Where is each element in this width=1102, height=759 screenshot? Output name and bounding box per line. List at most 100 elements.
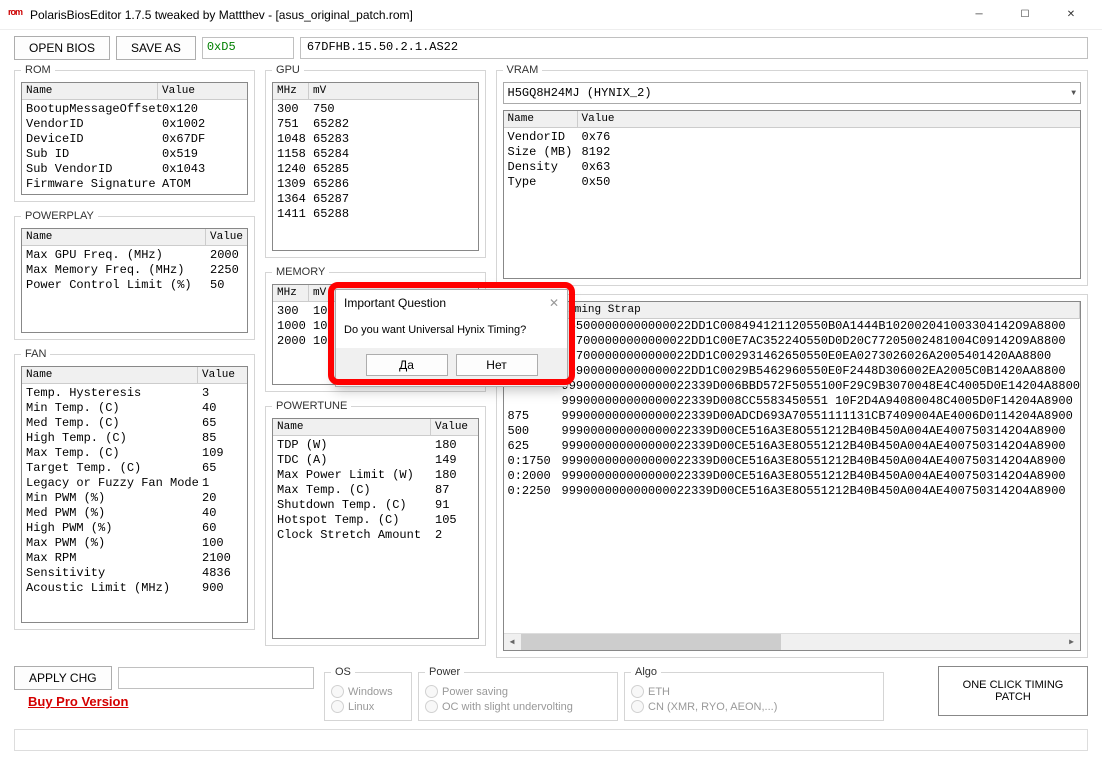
table-row[interactable]: Sub VendorID0x1043 <box>22 162 247 177</box>
table-row[interactable]: 999000000000000022DD1C0029B5462960550E0F… <box>504 364 1080 379</box>
table-row[interactable]: High PWM (%)60 <box>22 521 247 536</box>
dialog-yes-button[interactable]: Да <box>366 354 448 376</box>
fan-grid[interactable]: Name Value Temp. Hysteresis3Min Temp. (C… <box>21 366 248 623</box>
table-row[interactable]: 0:2250999000000000000022339D00CE516A3E8O… <box>504 484 1080 499</box>
table-row[interactable]: 130965286 <box>273 177 478 192</box>
table-row[interactable]: Max RPM2100 <box>22 551 247 566</box>
cell: 1048 <box>273 132 309 147</box>
table-row[interactable]: 777000000000000022DD1C00E7AC35224O550D0D… <box>504 334 1080 349</box>
table-row[interactable]: Sensitivity4836 <box>22 566 247 581</box>
one-click-timing-button[interactable]: ONE CLICK TIMING PATCH <box>938 666 1088 716</box>
powertune-grid[interactable]: Name Value TDP (W)180TDC (A)149Max Power… <box>272 418 479 639</box>
table-row[interactable]: Min Temp. (C)40 <box>22 401 247 416</box>
cell: 180 <box>431 438 461 453</box>
table-row[interactable]: 115865284 <box>273 147 478 162</box>
cell: 40 <box>198 401 220 416</box>
table-row[interactable]: Max Temp. (C)87 <box>273 483 478 498</box>
table-row[interactable]: Min PWM (%)20 <box>22 491 247 506</box>
table-row[interactable]: 300750 <box>273 102 478 117</box>
table-row[interactable]: Power Control Limit (%)50 <box>22 278 247 293</box>
table-row[interactable]: 0:2000999000000000000022339D00CE516A3E8O… <box>504 469 1080 484</box>
apply-chg-button[interactable]: APPLY CHG <box>14 666 112 690</box>
cell: 300 <box>273 304 309 319</box>
scroll-right-icon[interactable]: ▶ <box>1063 634 1080 651</box>
table-row[interactable]: Sub ID0x519 <box>22 147 247 162</box>
table-row[interactable]: Max PWM (%)100 <box>22 536 247 551</box>
table-row[interactable]: 104865283 <box>273 132 478 147</box>
table-row[interactable]: High Temp. (C)85 <box>22 431 247 446</box>
memory-col-mhz: MHz <box>273 285 309 301</box>
table-row[interactable]: Max Memory Freq. (MHz)2250 <box>22 263 247 278</box>
table-row[interactable]: Target Temp. (C)65 <box>22 461 247 476</box>
table-row[interactable]: 141165288 <box>273 207 478 222</box>
dialog-no-button[interactable]: Нет <box>456 354 538 376</box>
table-row[interactable]: 136465287 <box>273 192 478 207</box>
table-row[interactable]: DeviceID0x67DF <box>22 132 247 147</box>
table-row[interactable]: 500999000000000000022339D00CE516A3E8O551… <box>504 424 1080 439</box>
timing-scrollbar[interactable]: ◀ ▶ <box>504 633 1080 650</box>
table-row[interactable]: Max GPU Freq. (MHz)2000 <box>22 248 247 263</box>
table-row[interactable]: Max Temp. (C)109 <box>22 446 247 461</box>
scrollbar-thumb[interactable] <box>521 634 781 651</box>
powerplay-grid[interactable]: Name Value Max GPU Freq. (MHz)2000Max Me… <box>21 228 248 333</box>
table-row[interactable]: 875999000000000000022339D00ADCD693A70551… <box>504 409 1080 424</box>
power-saving-radio[interactable]: Power saving <box>425 684 611 699</box>
table-row[interactable]: Shutdown Temp. (C)91 <box>273 498 478 513</box>
minimize-icon[interactable]: ─ <box>956 0 1002 30</box>
table-row[interactable]: VendorID0x1002 <box>22 117 247 132</box>
table-row[interactable]: Med PWM (%)40 <box>22 506 247 521</box>
table-row[interactable]: Legacy or Fuzzy Fan Mode1 <box>22 476 247 491</box>
table-row[interactable]: Med Temp. (C)65 <box>22 416 247 431</box>
table-row[interactable]: Size (MB)8192 <box>504 145 1080 160</box>
close-icon[interactable]: ✕ <box>1048 0 1094 30</box>
save-as-button[interactable]: SAVE AS <box>116 36 196 60</box>
os-linux-radio[interactable]: Linux <box>331 699 405 714</box>
table-row[interactable]: Firmware SignatureATOM <box>22 177 247 192</box>
cell: Max Temp. (C) <box>273 483 431 498</box>
cell: 100 <box>198 536 228 551</box>
algo-eth-radio[interactable]: ETH <box>631 684 877 699</box>
gpu-grid[interactable]: MHz mV 300750751652821048652831158652841… <box>272 82 479 251</box>
maximize-icon[interactable]: ☐ <box>1002 0 1048 30</box>
table-row[interactable]: Type0x50 <box>504 175 1080 190</box>
table-row[interactable]: 999000000000000022339D008CC5583450551 10… <box>504 394 1080 409</box>
table-row[interactable]: Acoustic Limit (MHz)900 <box>22 581 247 596</box>
table-row[interactable]: 625999000000000000022339D00CE516A3E8O551… <box>504 439 1080 454</box>
table-row[interactable]: Clock Stretch Amount2 <box>273 528 478 543</box>
table-row[interactable]: Hotspot Temp. (C)105 <box>273 513 478 528</box>
cell: 4836 <box>198 566 235 581</box>
dialog-close-icon[interactable]: ✕ <box>549 296 559 310</box>
open-bios-button[interactable]: OPEN BIOS <box>14 36 110 60</box>
table-row[interactable]: Temp. Hysteresis3 <box>22 386 247 401</box>
cell: Min PWM (%) <box>22 491 198 506</box>
table-row[interactable]: TDC (A)149 <box>273 453 478 468</box>
timing-grid[interactable]: MHz Timing Strap 555000000000000022DD1C0… <box>503 301 1081 651</box>
os-windows-radio[interactable]: Windows <box>331 684 405 699</box>
table-row[interactable]: 0:1750999000000000000022339D00CE516A3E8O… <box>504 454 1080 469</box>
table-row[interactable]: 999000000000000022339D006BBD572F5055100F… <box>504 379 1080 394</box>
algo-cn-radio[interactable]: CN (XMR, RYO, AEON,...) <box>631 699 877 714</box>
cell: Hotspot Temp. (C) <box>273 513 431 528</box>
cell: 65 <box>198 461 220 476</box>
vram-chip-select[interactable]: H5GQ8H24MJ (HYNIX_2) ▼ <box>503 82 1081 104</box>
buy-pro-link[interactable]: Buy Pro Version <box>28 694 128 709</box>
apply-value-field[interactable] <box>118 667 314 689</box>
table-row[interactable]: 75165282 <box>273 117 478 132</box>
checksum-field[interactable]: 0xD5 <box>202 37 294 59</box>
table-row[interactable]: 777000000000000022DD1C002931462650550E0E… <box>504 349 1080 364</box>
table-row[interactable]: Max Power Limit (W)180 <box>273 468 478 483</box>
rom-grid[interactable]: Name Value BootupMessageOffset0x120Vendo… <box>21 82 248 195</box>
bios-id-field[interactable]: 67DFHB.15.50.2.1.AS22 <box>300 37 1088 59</box>
cell: Med PWM (%) <box>22 506 198 521</box>
vram-grid[interactable]: Name Value VendorID0x76Size (MB)8192Dens… <box>503 110 1081 279</box>
table-row[interactable]: 555000000000000022DD1C008494121120550B0A… <box>504 319 1080 334</box>
power-oc-radio[interactable]: OC with slight undervolting <box>425 699 611 714</box>
cell: 65284 <box>309 147 353 162</box>
table-row[interactable]: VendorID0x76 <box>504 130 1080 145</box>
scroll-left-icon[interactable]: ◀ <box>504 634 521 651</box>
table-row[interactable]: 124065285 <box>273 162 478 177</box>
table-row[interactable]: Density0x63 <box>504 160 1080 175</box>
rom-col-value: Value <box>158 83 247 99</box>
table-row[interactable]: BootupMessageOffset0x120 <box>22 102 247 117</box>
table-row[interactable]: TDP (W)180 <box>273 438 478 453</box>
